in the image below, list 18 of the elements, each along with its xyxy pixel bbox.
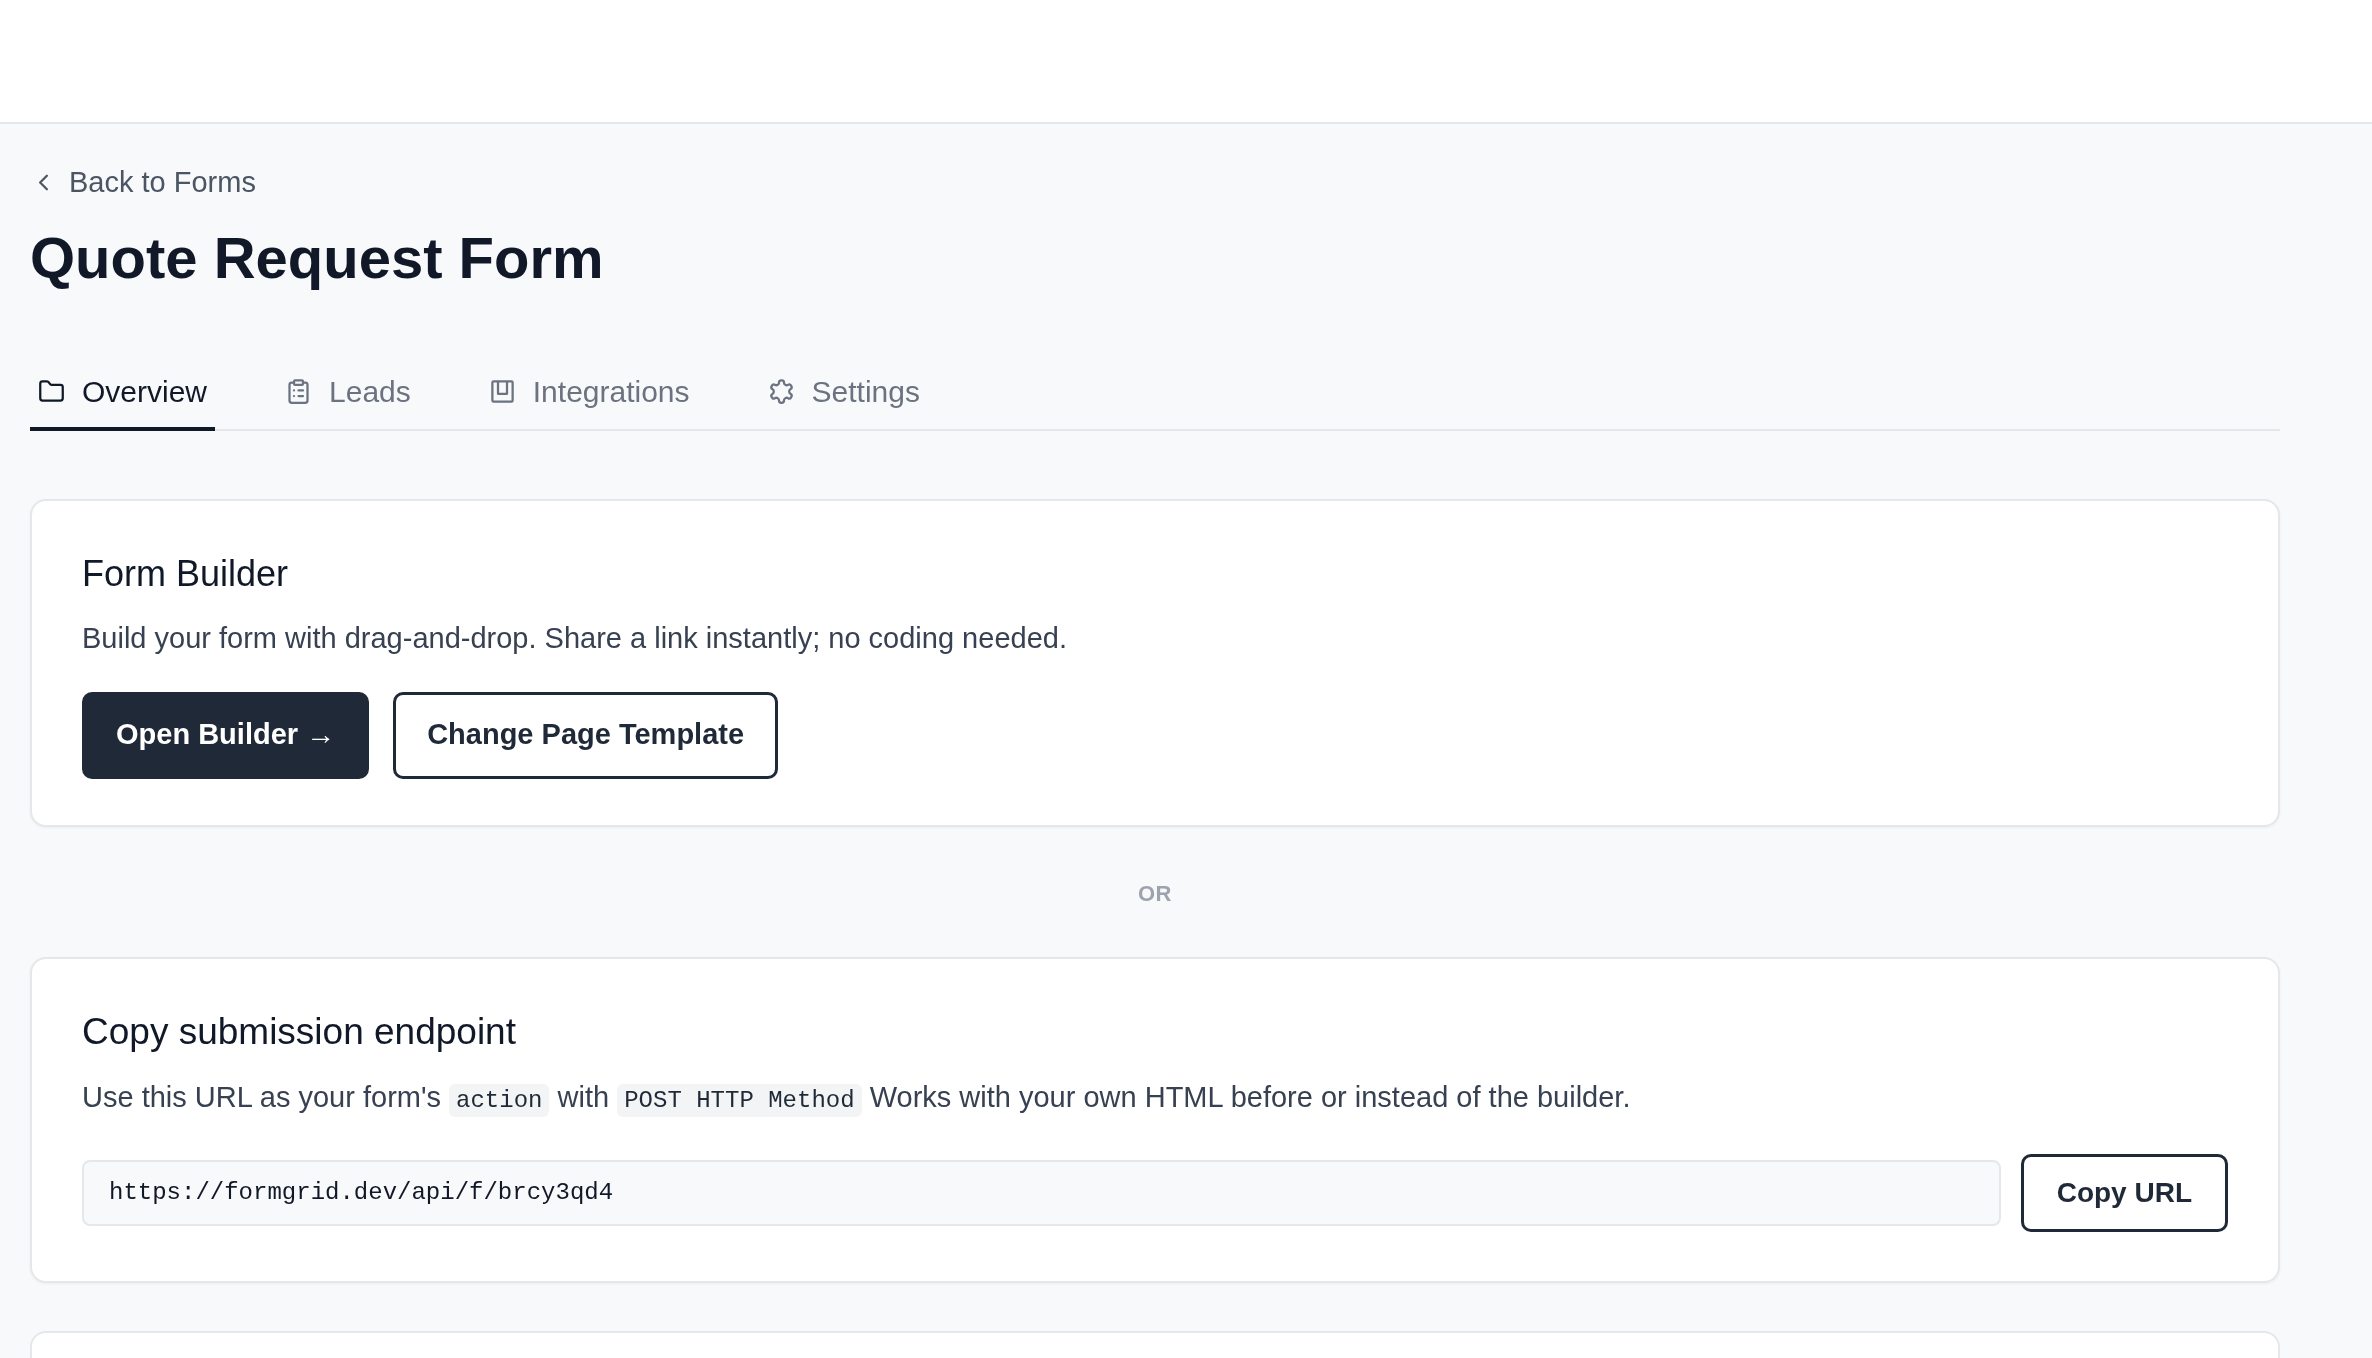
card-description: Build your form with drag-and-drop. Share a link instantly; no coding needed.: [82, 620, 1068, 656]
tab[interactable]: Settings: [759, 366, 928, 431]
panel-icon: [488, 378, 516, 405]
folder-icon: [38, 378, 65, 405]
card-title: Form Builder: [82, 551, 290, 596]
open-builder-button[interactable]: Open Builder →: [82, 691, 370, 779]
card-description: Use this URL as your form's action with POST HTTP Method Works with your own HTML before or instead of the builder.: [82, 1076, 2228, 1121]
page-title: Quote Request Form: [30, 224, 605, 291]
tab[interactable]: Integrations: [480, 366, 698, 431]
endpoint-url-field[interactable]: https://formgrid.dev/api/f/brcy3qd4: [82, 1159, 2001, 1226]
or-separator: OR: [1137, 879, 1173, 908]
gear-icon: [767, 378, 795, 405]
tab[interactable]: Leads: [277, 366, 419, 431]
card-title: Copy submission endpoint: [82, 1009, 517, 1054]
copy-url-button[interactable]: Copy URL: [2020, 1153, 2228, 1232]
back-link[interactable]: Back to Forms: [30, 164, 256, 200]
template-button[interactable]: Change Page Template: [393, 691, 779, 779]
tab[interactable]: Overview: [30, 366, 216, 431]
